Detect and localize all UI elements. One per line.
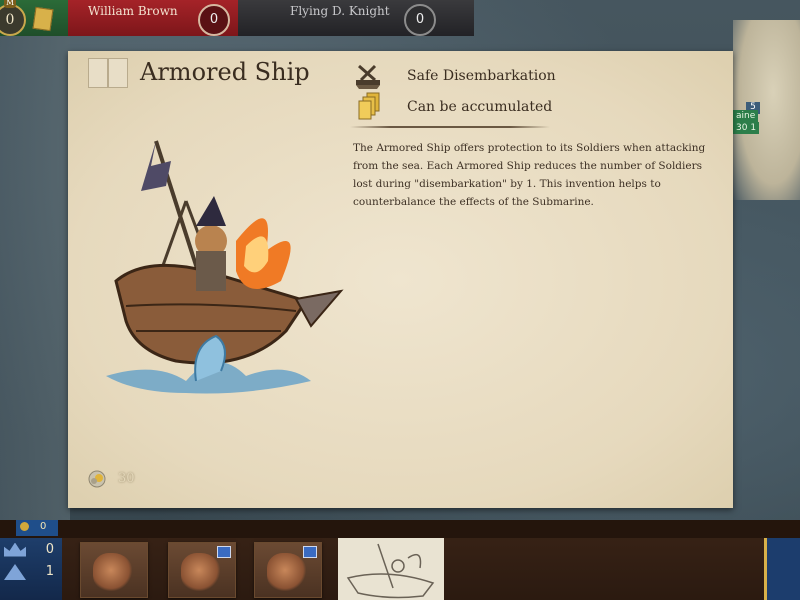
card-cost-value: 30: [118, 471, 135, 486]
player-score: 0: [404, 4, 436, 36]
player-stats-panel: 0 1: [0, 538, 62, 600]
bottom-right-panel[interactable]: [764, 538, 800, 600]
stat-soldiers[interactable]: 1: [4, 564, 58, 580]
stat-value: 1: [45, 564, 54, 579]
cards-icon[interactable]: [32, 6, 54, 32]
player-score: 0: [198, 4, 230, 36]
victory-icon: [20, 522, 29, 531]
ability-label: Safe Disembarkation: [407, 68, 556, 84]
card-description: The Armored Ship offers protection to it…: [353, 142, 706, 208]
ornament-divider: [350, 126, 550, 128]
stat-value: 0: [45, 542, 54, 557]
ability-label: Can be accumulated: [407, 99, 553, 115]
victory-points-value: 0: [40, 521, 47, 532]
gear-coin-icon: [88, 470, 106, 488]
map-land-left: [0, 30, 70, 530]
selected-card-sketch[interactable]: [338, 538, 444, 600]
stacked-cards-icon: [358, 92, 380, 120]
crown-icon: [4, 542, 26, 557]
player-panel-flying-d-knight[interactable]: Flying D. Knight 0: [238, 0, 474, 36]
soldier-icon: [4, 564, 26, 580]
top-bar: M 0 William Brown 0 Flying D. Knight 0: [0, 0, 800, 36]
card-flag-icon: [217, 546, 231, 558]
resource-badge-letter: M: [4, 0, 17, 8]
map-region-name: aine: [733, 110, 759, 122]
player-name: William Brown: [88, 4, 178, 18]
player-name: Flying D. Knight: [290, 4, 390, 18]
hand-card-art: [181, 553, 221, 591]
bottom-bar: 0 0 1: [0, 520, 800, 600]
hand-card-art: [267, 553, 307, 591]
resource-panel[interactable]: M 0: [0, 0, 68, 36]
hand-card-1[interactable]: [80, 542, 148, 598]
map-region-values: 30 1: [733, 122, 760, 134]
invention-card-panel[interactable]: Armored Ship Safe Disembarkation Can be …: [68, 51, 733, 508]
hand-card-2[interactable]: [168, 542, 236, 598]
hand-card-art: [93, 553, 133, 591]
ship-sketch-icon: [346, 543, 435, 599]
stat-crowns[interactable]: 0: [4, 542, 58, 557]
armored-ship-illustration: [106, 140, 344, 394]
resource-counter[interactable]: M 0: [0, 0, 26, 36]
hand-card-3[interactable]: [254, 542, 322, 598]
victory-points-tag[interactable]: 0: [16, 520, 58, 536]
crossed-swords-icon: [356, 64, 380, 89]
player-panel-william-brown[interactable]: William Brown 0: [68, 0, 238, 36]
card-title: Armored Ship: [140, 58, 310, 86]
resource-count: 0: [5, 12, 15, 28]
card-flag-icon: [303, 546, 317, 558]
map-region-tag[interactable]: aine 30 1: [733, 110, 760, 134]
bottom-bar-strip: 0: [0, 520, 800, 538]
book-icon[interactable]: [88, 58, 128, 88]
